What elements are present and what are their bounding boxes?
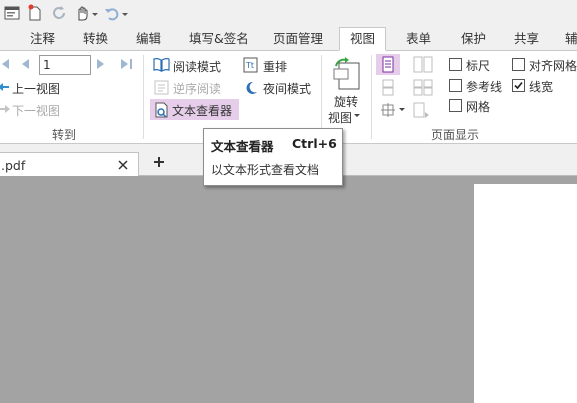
window-menu-icon[interactable] [4, 4, 20, 22]
reverse-read-button[interactable]: 逆序阅读 [173, 80, 221, 97]
group-divider [321, 55, 322, 139]
tab-protect[interactable]: 保护 [461, 28, 486, 50]
next-view-button[interactable]: 下一视图 [12, 102, 60, 119]
rotate-view-icon [333, 57, 360, 90]
tab-page-management[interactable]: 页面管理 [273, 28, 323, 50]
previous-page-icon[interactable] [20, 57, 30, 71]
document-page[interactable] [474, 184, 577, 403]
tab-share[interactable]: 共享 [514, 28, 539, 50]
new-file-icon[interactable] [27, 4, 43, 22]
reflow-icon: Tt [243, 57, 258, 73]
continuous-page-icon[interactable] [382, 79, 394, 96]
refresh-icon[interactable] [51, 4, 67, 22]
tab-annotate[interactable]: 注释 [30, 28, 55, 50]
rotate-view-button[interactable]: 旋转 视图 [327, 55, 367, 127]
tab-form[interactable]: 表单 [406, 28, 431, 50]
close-icon[interactable] [118, 160, 128, 170]
prev-view-button[interactable]: 上一视图 [12, 80, 60, 97]
night-mode-icon [246, 81, 257, 94]
line-weight-label: 线宽 [529, 80, 554, 94]
guides-checkbox[interactable] [449, 79, 462, 92]
first-page-icon[interactable] [0, 57, 10, 71]
last-page-icon[interactable] [120, 57, 134, 71]
tooltip-title: 文本查看器 [211, 139, 274, 154]
ruler-label: 标尺 [466, 59, 491, 73]
ruler-checkbox[interactable] [449, 58, 462, 71]
ribbon-tab-bar: 注释 转换 编辑 填写&签名 页面管理 视图 表单 保护 共享 辅 [0, 27, 577, 51]
chevron-down-icon[interactable] [91, 4, 99, 22]
read-mode-button[interactable]: 阅读模式 [173, 58, 221, 75]
reverse-read-icon [154, 80, 169, 95]
page-display-group-label: 页面显示 [431, 128, 480, 142]
tab-edit[interactable]: 编辑 [136, 28, 161, 50]
check-icon [514, 81, 523, 90]
read-mode-icon [153, 57, 170, 72]
svg-text:Tt: Tt [245, 61, 254, 70]
grid-label: 网格 [466, 100, 491, 114]
tab-convert[interactable]: 转换 [83, 28, 108, 50]
tab-view[interactable]: 视图 [339, 27, 387, 51]
document-tab[interactable]: .pdf [0, 152, 139, 176]
page-number-value: 1 [43, 58, 51, 72]
quick-access-toolbar [0, 0, 577, 28]
chevron-down-icon[interactable] [121, 4, 129, 22]
text-viewer-button[interactable]: 文本查看器 [150, 99, 239, 120]
group-divider [371, 55, 372, 139]
two-page-continuous-icon[interactable] [413, 79, 433, 96]
night-mode-button[interactable]: 夜间模式 [263, 80, 311, 97]
page-layout-icon[interactable] [380, 102, 396, 118]
chevron-down-icon[interactable] [398, 106, 406, 114]
next-page-icon[interactable] [96, 57, 106, 71]
single-page-icon [382, 56, 394, 73]
grid-checkbox[interactable] [449, 99, 462, 112]
hand-tool-icon[interactable] [74, 4, 90, 22]
undo-icon[interactable] [104, 4, 120, 22]
prev-view-icon[interactable] [0, 80, 10, 94]
next-view-icon[interactable] [0, 102, 10, 116]
text-viewer-label: 文本查看器 [172, 104, 233, 118]
page-transition-icon[interactable] [413, 102, 431, 119]
chevron-down-icon [354, 114, 360, 117]
snap-grid-checkbox[interactable] [512, 58, 525, 71]
page-number-input[interactable]: 1 [39, 55, 91, 75]
document-tab-name: .pdf [1, 158, 26, 173]
tooltip: 文本查看器 Ctrl+6 以文本形式查看文档 [203, 128, 343, 186]
two-page-icon[interactable] [413, 56, 433, 73]
rotate-view-label-1: 旋转 [334, 95, 359, 109]
goto-group-label: 转到 [52, 128, 77, 142]
tab-more[interactable]: 辅 [565, 28, 577, 50]
line-weight-checkbox[interactable] [512, 79, 525, 92]
group-divider [143, 55, 144, 139]
reflow-button[interactable]: 重排 [263, 58, 287, 75]
snap-grid-label: 对齐网格 [529, 59, 577, 73]
tab-fill-sign[interactable]: 填写&签名 [189, 28, 249, 50]
add-tab-icon[interactable] [153, 156, 165, 168]
tooltip-description: 以文本形式查看文档 [211, 163, 320, 177]
guides-label: 参考线 [466, 80, 503, 94]
text-viewer-icon [155, 102, 168, 118]
rotate-view-label-2: 视图 [328, 111, 353, 125]
tooltip-shortcut: Ctrl+6 [292, 136, 337, 151]
single-page-button[interactable] [376, 54, 400, 75]
